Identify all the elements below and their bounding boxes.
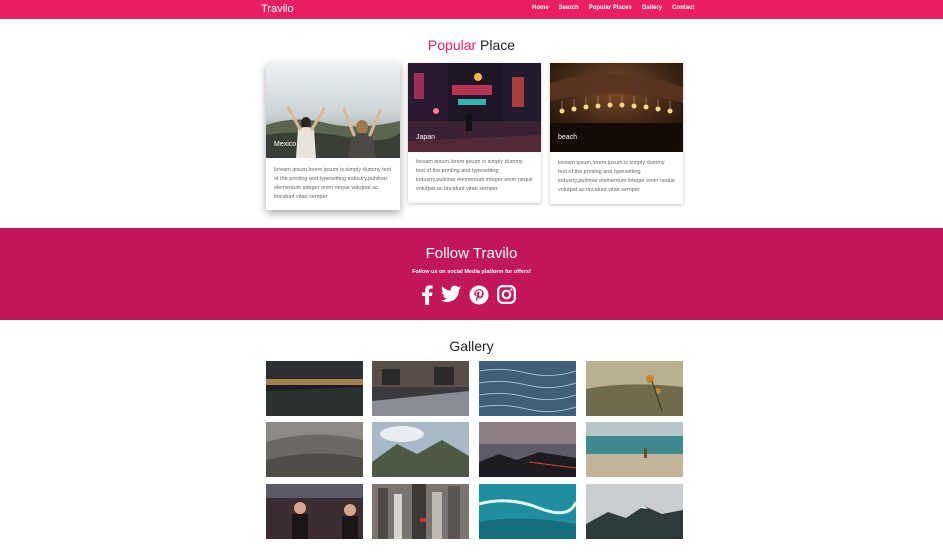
place-caption-mexico: Mexico — [274, 141, 297, 148]
gallery-image-10[interactable] — [372, 484, 469, 539]
nav-link-home[interactable]: Home — [532, 5, 549, 11]
gallery-image-1[interactable] — [266, 361, 363, 416]
twitter-icon[interactable] — [441, 285, 461, 305]
gallery-image-3[interactable] — [479, 361, 576, 416]
place-card-beach[interactable]: beach loream ipsum,lorem ipsum is simply… — [550, 63, 683, 204]
nav-link-contact[interactable]: Contact — [672, 5, 694, 11]
gallery-image-4[interactable] — [586, 361, 683, 416]
place-caption-beach: beach — [558, 134, 578, 141]
follow-subtitle: Follow us on social Media platform for o… — [412, 269, 531, 275]
gallery-image-5[interactable] — [266, 422, 363, 477]
place-text-japan: loream ipsum,lorem ipsum is simply dummy… — [416, 159, 533, 192]
gallery-image-8[interactable] — [586, 422, 683, 477]
place-text-beach: loream ipsum,lorem ipsum is simply dummy… — [558, 160, 675, 193]
instagram-icon[interactable] — [497, 285, 516, 305]
gallery-image-7[interactable] — [479, 422, 576, 477]
gallery-image-11[interactable] — [479, 484, 576, 539]
popular-title: Popular Place — [0, 37, 943, 53]
follow-title: Follow Travilo — [425, 245, 518, 262]
gallery-image-6[interactable] — [372, 422, 469, 477]
follow-section: Follow Travilo Follow us on social Media… — [0, 228, 943, 320]
nav-links: Home Search Popular Places Gallery Conta… — [532, 5, 694, 11]
place-text-mexico: loream ipsum,lorem ipsum is simply dummy… — [274, 167, 392, 200]
gallery-title: Gallery — [449, 338, 494, 354]
facebook-icon[interactable] — [421, 285, 433, 305]
popular-title-rest: Place — [476, 37, 516, 53]
brand-logo[interactable]: Travilo — [261, 3, 294, 15]
nav-link-gallery[interactable]: Gallery — [642, 5, 662, 11]
popular-title-accent: Popular — [427, 37, 477, 53]
gallery-image-9[interactable] — [266, 484, 363, 539]
nav-link-search[interactable]: Search — [559, 5, 579, 11]
navbar: Travilo Home Search Popular Places Galle… — [0, 0, 943, 19]
gallery-image-12[interactable] — [586, 484, 683, 539]
place-card-mexico[interactable]: Mexico loream ipsum,lorem ipsum is simpl… — [266, 63, 400, 210]
place-caption-japan: Japan — [416, 134, 436, 141]
social-icons — [421, 285, 516, 305]
gallery-image-2[interactable] — [372, 361, 469, 416]
place-card-japan[interactable]: Japan loream ipsum,lorem ipsum is simply… — [408, 63, 541, 203]
nav-link-popular-places[interactable]: Popular Places — [589, 5, 632, 11]
pinterest-icon[interactable] — [469, 285, 489, 305]
